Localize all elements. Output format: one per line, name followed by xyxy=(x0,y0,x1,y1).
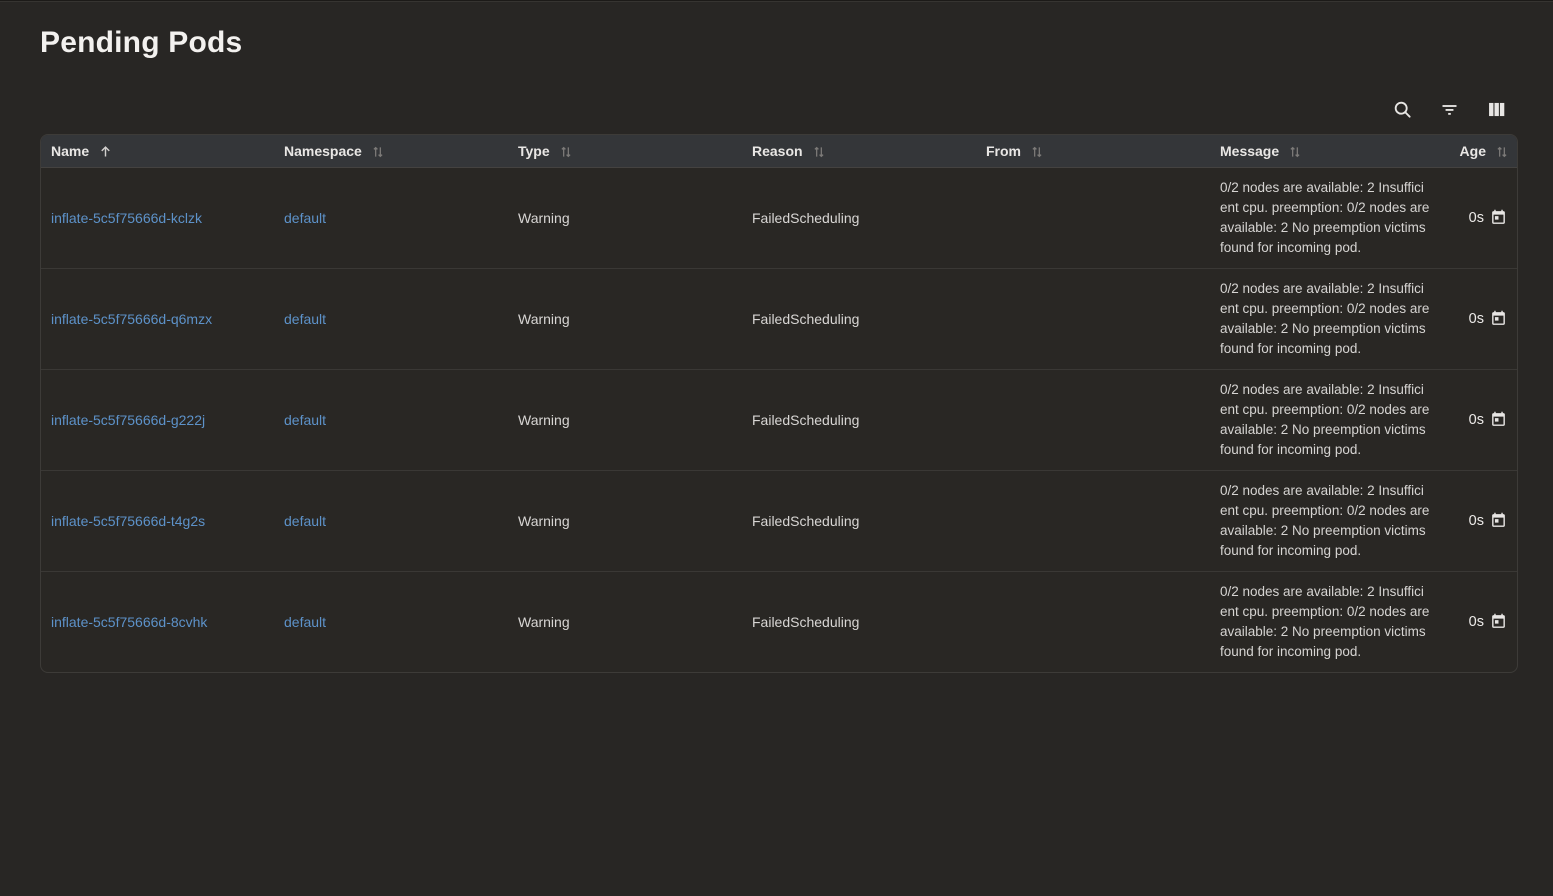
column-label: From xyxy=(986,143,1021,159)
pod-name-link[interactable]: inflate-5c5f75666d-8cvhk xyxy=(51,614,207,630)
namespace-link[interactable]: default xyxy=(284,513,326,529)
pod-name-cell: inflate-5c5f75666d-kclzk xyxy=(41,167,274,268)
calendar-icon xyxy=(1490,209,1507,226)
namespace-link[interactable]: default xyxy=(284,412,326,428)
event-reason-cell: FailedScheduling xyxy=(742,167,976,268)
event-age-cell: 0s xyxy=(1436,268,1518,369)
event-reason-cell: FailedScheduling xyxy=(742,571,976,672)
column-label: Namespace xyxy=(284,143,362,159)
age-value: 0s xyxy=(1469,412,1484,428)
namespace-link[interactable]: default xyxy=(284,614,326,630)
event-from-cell xyxy=(976,369,1210,470)
pod-row: inflate-5c5f75666d-kclzk default WarningFa… xyxy=(41,167,1518,268)
pod-name-link[interactable]: inflate-5c5f75666d-g222j xyxy=(51,412,205,428)
column-label: Type xyxy=(518,143,550,159)
pod-namespace-cell: default xyxy=(274,571,508,672)
event-message-cell: 0/2 nodes are available: 2 Insufficient … xyxy=(1210,470,1436,571)
event-age-cell: 0s xyxy=(1436,470,1518,571)
event-type-cell: Warning xyxy=(508,571,742,672)
column-header-reason[interactable]: Reason xyxy=(742,135,976,167)
page-title: Pending Pods xyxy=(40,26,1518,60)
calendar-icon xyxy=(1490,310,1507,327)
age-value-wrap: 0s xyxy=(1446,613,1509,630)
event-message-cell: 0/2 nodes are available: 2 Insufficient … xyxy=(1210,571,1436,672)
pod-row: inflate-5c5f75666d-q6mzx default WarningFa… xyxy=(41,268,1518,369)
pod-row: inflate-5c5f75666d-8cvhk default WarningFa… xyxy=(41,571,1518,672)
event-type-cell: Warning xyxy=(508,268,742,369)
event-age-cell: 0s xyxy=(1436,167,1518,268)
event-reason-cell: FailedScheduling xyxy=(742,268,976,369)
namespace-link[interactable]: default xyxy=(284,311,326,327)
pod-name-cell: inflate-5c5f75666d-g222j xyxy=(41,369,274,470)
column-label: Message xyxy=(1220,143,1279,159)
age-value: 0s xyxy=(1469,210,1484,226)
age-value: 0s xyxy=(1469,311,1484,327)
event-from-cell xyxy=(976,470,1210,571)
calendar-icon xyxy=(1490,411,1507,428)
sort-toggle-icon xyxy=(803,143,826,159)
event-from-cell xyxy=(976,167,1210,268)
calendar-icon xyxy=(1490,613,1507,630)
age-value-wrap: 0s xyxy=(1446,310,1509,327)
sort-toggle-icon xyxy=(550,143,573,159)
sort-ascending-icon xyxy=(89,143,113,159)
pod-namespace-cell: default xyxy=(274,268,508,369)
event-reason-cell: FailedScheduling xyxy=(742,369,976,470)
pod-name-cell: inflate-5c5f75666d-t4g2s xyxy=(41,470,274,571)
event-reason-cell: FailedScheduling xyxy=(742,470,976,571)
table-header-row: Name Namespace Type Reason From Message Age xyxy=(41,135,1518,167)
event-type-cell: Warning xyxy=(508,470,742,571)
columns-icon xyxy=(1486,99,1507,120)
column-header-name[interactable]: Name xyxy=(41,135,274,167)
column-label: Reason xyxy=(752,143,803,159)
search-icon xyxy=(1392,99,1413,120)
pod-namespace-cell: default xyxy=(274,167,508,268)
event-message-cell: 0/2 nodes are available: 2 Insufficient … xyxy=(1210,369,1436,470)
event-from-cell xyxy=(976,571,1210,672)
column-header-from[interactable]: From xyxy=(976,135,1210,167)
columns-button[interactable] xyxy=(1484,97,1508,121)
column-label: Name xyxy=(51,143,89,159)
pod-name-link[interactable]: inflate-5c5f75666d-kclzk xyxy=(51,210,202,226)
pod-row: inflate-5c5f75666d-g222j default WarningFa… xyxy=(41,369,1518,470)
event-type-cell: Warning xyxy=(508,369,742,470)
pod-name-cell: inflate-5c5f75666d-q6mzx xyxy=(41,268,274,369)
event-message-cell: 0/2 nodes are available: 2 Insufficient … xyxy=(1210,167,1436,268)
pod-row: inflate-5c5f75666d-t4g2s default WarningFa… xyxy=(41,470,1518,571)
age-value: 0s xyxy=(1469,513,1484,529)
event-from-cell xyxy=(976,268,1210,369)
sort-toggle-icon xyxy=(1486,143,1509,159)
age-value: 0s xyxy=(1469,614,1484,630)
pod-name-link[interactable]: inflate-5c5f75666d-t4g2s xyxy=(51,513,205,529)
event-message-cell: 0/2 nodes are available: 2 Insufficient … xyxy=(1210,268,1436,369)
pod-namespace-cell: default xyxy=(274,369,508,470)
column-header-message[interactable]: Message xyxy=(1210,135,1436,167)
pod-name-cell: inflate-5c5f75666d-8cvhk xyxy=(41,571,274,672)
calendar-icon xyxy=(1490,512,1507,529)
pending-pods-table: Name Namespace Type Reason From Message Age in… xyxy=(40,134,1518,673)
event-age-cell: 0s xyxy=(1436,571,1518,672)
pod-name-link[interactable]: inflate-5c5f75666d-q6mzx xyxy=(51,311,212,327)
age-value-wrap: 0s xyxy=(1446,411,1509,428)
filter-button[interactable] xyxy=(1437,97,1461,121)
column-header-age[interactable]: Age xyxy=(1436,135,1518,167)
sort-toggle-icon xyxy=(1279,143,1302,159)
namespace-link[interactable]: default xyxy=(284,210,326,226)
age-value-wrap: 0s xyxy=(1446,209,1509,226)
pod-namespace-cell: default xyxy=(274,470,508,571)
filter-icon xyxy=(1439,99,1460,120)
column-header-namespace[interactable]: Namespace xyxy=(274,135,508,167)
sort-toggle-icon xyxy=(362,143,385,159)
pending-pods-page: Pending Pods xyxy=(0,2,1553,673)
column-header-type[interactable]: Type xyxy=(508,135,742,167)
event-age-cell: 0s xyxy=(1436,369,1518,470)
search-button[interactable] xyxy=(1390,97,1414,121)
sort-toggle-icon xyxy=(1021,143,1044,159)
table-toolbar xyxy=(40,96,1508,122)
event-type-cell: Warning xyxy=(508,167,742,268)
column-label: Age xyxy=(1460,143,1486,159)
age-value-wrap: 0s xyxy=(1446,512,1509,529)
